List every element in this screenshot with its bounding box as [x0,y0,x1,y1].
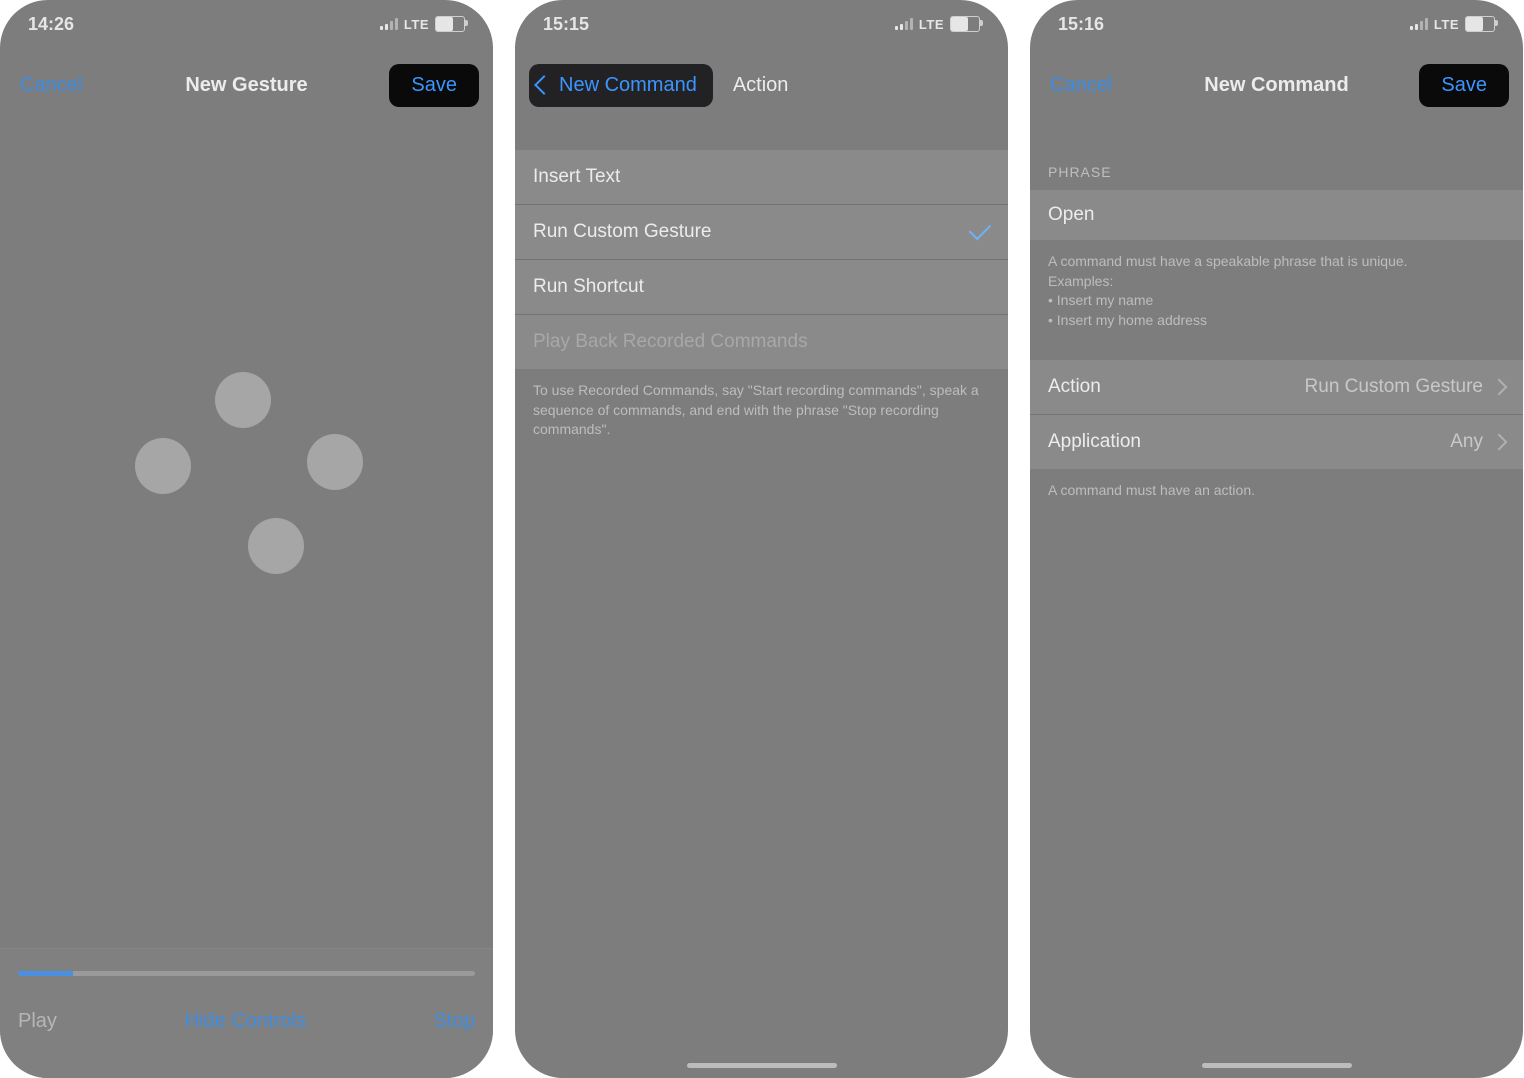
action-help: A command must have an action. [1030,469,1523,513]
battery-icon [1465,16,1495,32]
nav-bar: New Command Action [515,52,1008,118]
status-bar: 14:26 LTE [0,0,493,48]
battery-icon [950,16,980,32]
status-time: 15:16 [1058,14,1104,35]
action-option-run-shortcut[interactable]: Run Shortcut [515,260,1008,315]
phrase-header: PHRASE [1030,150,1523,190]
status-bar: 15:15 LTE [515,0,1008,48]
hide-controls-button[interactable]: Hide Controls [185,1010,306,1033]
touch-point [135,438,191,494]
status-indicators: LTE [895,16,980,32]
back-label: New Command [559,74,697,97]
row-label: Action [1048,376,1101,398]
network-label: LTE [1434,17,1459,32]
action-option-insert-text[interactable]: Insert Text [515,150,1008,205]
status-time: 14:26 [28,14,74,35]
signal-icon [1410,18,1428,30]
status-bar: 15:16 LTE [1030,0,1523,48]
option-label: Play Back Recorded Commands [533,331,808,353]
new-command-form: PHRASE Open A command must have a speaka… [1030,150,1523,1078]
network-label: LTE [919,17,944,32]
signal-icon [895,18,913,30]
screen-new-gesture: 14:26 LTE Cancel New Gesture Save [0,0,493,1078]
touch-point [307,434,363,490]
screen-action-picker: 15:15 LTE New Command Action Insert Text [515,0,1008,1078]
stop-button[interactable]: Stop [434,1010,475,1033]
action-option-play-back-recorded: Play Back Recorded Commands [515,315,1008,369]
signal-icon [380,18,398,30]
nav-title: Action [733,74,789,97]
row-value: Any [1450,431,1483,453]
network-label: LTE [404,17,429,32]
status-indicators: LTE [380,16,465,32]
home-indicator[interactable] [687,1063,837,1068]
cancel-button[interactable]: Cancel [14,64,88,107]
save-button[interactable]: Save [389,64,479,107]
cancel-button[interactable]: Cancel [1044,64,1118,107]
action-list: Insert Text Run Custom Gesture Run Short… [515,150,1008,1078]
row-value: Run Custom Gesture [1305,376,1483,398]
screen-new-command: 15:16 LTE Cancel New Command Save PHRASE… [1030,0,1523,1078]
option-label: Insert Text [533,166,620,188]
nav-bar: Cancel New Command Save [1030,52,1523,118]
play-button[interactable]: Play [18,1010,57,1033]
action-option-run-custom-gesture[interactable]: Run Custom Gesture [515,205,1008,260]
chevron-right-icon [1491,379,1508,396]
row-application[interactable]: Application Any [1030,415,1523,469]
back-button[interactable]: New Command [529,64,713,107]
row-action[interactable]: Action Run Custom Gesture [1030,360,1523,415]
battery-icon [435,16,465,32]
gesture-controls: Play Hide Controls Stop [0,948,493,1078]
phrase-help: A command must have a speakable phrase t… [1030,240,1523,342]
status-time: 15:15 [543,14,589,35]
touch-point [215,372,271,428]
phrase-input[interactable]: Open [1030,190,1523,240]
chevron-right-icon [1491,434,1508,451]
status-indicators: LTE [1410,16,1495,32]
save-button[interactable]: Save [1419,64,1509,107]
option-label: Run Custom Gesture [533,221,711,243]
option-label: Run Shortcut [533,276,644,298]
gesture-canvas[interactable] [0,120,493,948]
recorded-commands-help: To use Recorded Commands, say "Start rec… [515,369,1008,452]
row-label: Application [1048,431,1141,453]
checkmark-icon [969,218,992,241]
home-indicator[interactable] [1202,1063,1352,1068]
chevron-left-icon [534,75,554,95]
nav-bar: Cancel New Gesture Save [0,52,493,118]
touch-point [248,518,304,574]
gesture-progress[interactable] [18,971,475,976]
